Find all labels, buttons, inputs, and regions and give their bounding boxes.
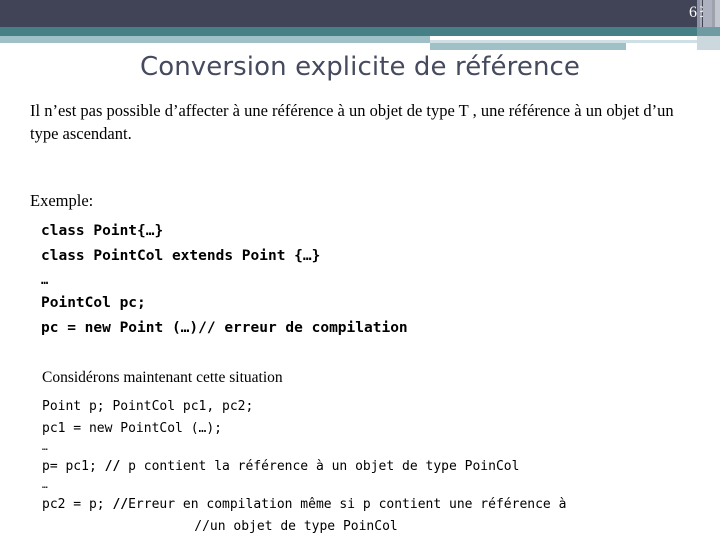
example-label: Exemple:: [30, 190, 94, 210]
code-segment: p contient la référence à un objet de ty…: [120, 458, 520, 474]
header-dark-band: [0, 0, 720, 27]
slide-content: Il n’est pas possible d’affecter à une r…: [30, 100, 700, 538]
comment-marker: //: [112, 496, 129, 512]
code-segment: pc2 = p;: [42, 496, 113, 512]
decor-bar-light-right: [430, 43, 626, 50]
code-block-situation: Point p; PointCol pc1, pc2; pc1 = new Po…: [30, 387, 700, 538]
code-line: pc2 = p; //Erreur en compilation même si…: [42, 494, 700, 516]
code-line: pc1 = new PointCol (…);: [42, 420, 223, 436]
code-line-ellipsis: …: [42, 479, 48, 491]
code-line: class Point{…}: [41, 222, 164, 239]
decor-bar-white-left: [0, 43, 430, 50]
code-line-trailing-comment: //un objet de type PoinCol: [194, 518, 398, 534]
code-line: PointCol pc;: [41, 294, 146, 311]
code-line-ellipsis: …: [41, 272, 49, 287]
decor-bar-teal: [0, 27, 720, 36]
code-line: class PointCol extends Point {…}: [41, 247, 321, 264]
slide-canvas: 63 Conversion explicite de référence Il …: [0, 0, 720, 540]
comment-marker: //: [104, 458, 121, 474]
code-line: pc = new Point (…)// erreur de compilati…: [41, 319, 408, 336]
page-title: Conversion explicite de référence: [139, 52, 581, 82]
decor-vstripe-light-overlay: [697, 36, 720, 50]
code-segment: Erreur en compilation même si p contient…: [128, 496, 567, 512]
consider-label: Considérons maintenant cette situation: [42, 368, 283, 386]
decor-vstripe-teal-overlay: [697, 27, 720, 36]
code-line: p= pc1; // p contient la référence à un …: [42, 456, 700, 478]
code-block-example: class Point{…} class PointCol extends Po…: [30, 211, 700, 341]
code-line: Point p; PointCol pc1, pc2;: [42, 398, 254, 414]
decor-bar-light-left: [0, 36, 430, 43]
intro-paragraph: Il n’est pas possible d’affecter à une r…: [30, 101, 674, 143]
code-segment: p= pc1;: [42, 458, 105, 474]
code-line-ellipsis: …: [42, 441, 48, 453]
